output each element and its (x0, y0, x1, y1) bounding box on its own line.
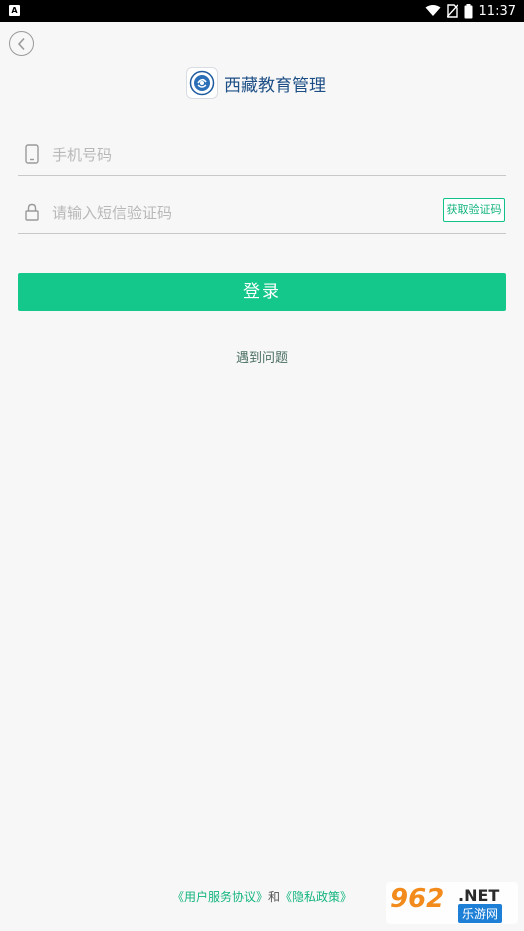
login-button[interactable]: 登录 (18, 273, 506, 311)
get-code-button[interactable]: 获取验证码 (443, 198, 505, 222)
wifi-icon (425, 5, 441, 16)
app-notification-icon: A (9, 5, 20, 16)
status-icons: 11:37 (425, 0, 516, 22)
footer-conjunction: 和 (268, 890, 281, 904)
page-title: 西藏教育管理 (224, 75, 326, 96)
no-sim-icon (446, 4, 458, 18)
battery-icon (464, 3, 473, 18)
agreement-footer: 《用户服务协议》和《隐私政策》 (172, 888, 372, 905)
phone-input[interactable] (52, 141, 432, 169)
status-bar: A 11:37 (0, 0, 524, 22)
sms-code-input[interactable] (52, 199, 392, 227)
sms-code-field: 获取验证码 (18, 193, 506, 234)
app-logo-emblem (189, 70, 215, 96)
app-header: 西藏教育管理 (186, 66, 326, 100)
phone-field (18, 135, 506, 176)
watermark-logo: 962 .NET 乐游网 (386, 882, 518, 924)
status-time: 11:37 (478, 3, 516, 19)
privacy-policy-link[interactable]: 《隐私政策》 (280, 890, 352, 904)
phone-icon (25, 144, 39, 164)
lock-icon (25, 203, 39, 221)
help-link[interactable]: 遇到问题 (0, 347, 524, 366)
user-agreement-link[interactable]: 《用户服务协议》 (172, 890, 268, 904)
chevron-left-icon (17, 37, 25, 50)
watermark-number: 962 (390, 884, 445, 914)
app-logo (186, 67, 218, 99)
back-button[interactable] (9, 31, 34, 56)
watermark-suffix: .NET (458, 886, 500, 905)
watermark-site: 乐游网 (458, 904, 503, 923)
